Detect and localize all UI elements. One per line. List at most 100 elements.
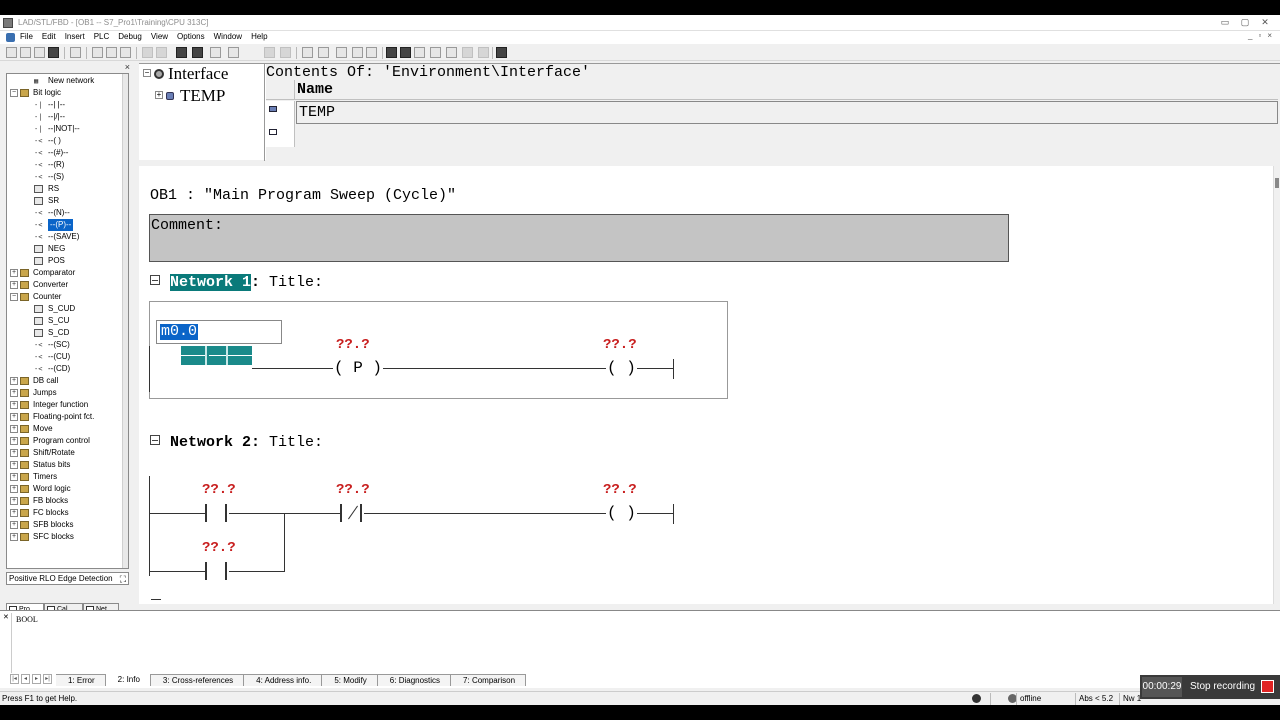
tree-item[interactable]: + Status bits (7, 459, 125, 471)
accessible-nodes-icon[interactable] (34, 47, 45, 58)
tree-item[interactable]: + Move (7, 423, 125, 435)
tab-address-info[interactable]: 4: Address info. (244, 674, 323, 686)
expander-icon[interactable]: + (10, 533, 18, 541)
tree-item[interactable]: + Integer function (7, 399, 125, 411)
tree-item[interactable]: -< --(SAVE) (7, 231, 125, 243)
table-row[interactable]: TEMP (266, 101, 1278, 147)
operand-placeholder[interactable]: ??.? (202, 482, 236, 498)
branch-icon[interactable] (446, 47, 457, 58)
menu-options[interactable]: Options (177, 32, 205, 41)
nc-contact[interactable] (340, 504, 362, 522)
tree-item[interactable]: + Comparator (7, 267, 125, 279)
ladder-editor[interactable]: OB1 : "Main Program Sweep (Cycle)" Comme… (139, 166, 1273, 604)
tree-item[interactable]: -< --( ) (7, 135, 125, 147)
network-2-header[interactable]: Network 2: Title: (170, 434, 323, 451)
tree-item[interactable]: ▦ New network (7, 75, 125, 87)
expander-icon[interactable]: + (10, 449, 18, 457)
mdi-minimize-button[interactable]: _ (1248, 31, 1252, 40)
tree-item[interactable]: − Counter (7, 291, 125, 303)
tree-item[interactable]: S_CD (7, 327, 125, 339)
tree-item[interactable]: + DB call (7, 375, 125, 387)
stop-recording-icon[interactable] (1261, 680, 1274, 693)
tree-item[interactable]: + Converter (7, 279, 125, 291)
tree-item[interactable]: + Timers (7, 471, 125, 483)
expander-icon[interactable]: + (10, 401, 18, 409)
tree-item[interactable]: -| --|/|-- (7, 111, 125, 123)
stop-recording-label[interactable]: Stop recording (1190, 675, 1255, 699)
tree-item[interactable]: -< --(S) (7, 171, 125, 183)
tree-item[interactable]: -< --(SC) (7, 339, 125, 351)
mdi-restore-button[interactable]: ▫ (1258, 31, 1261, 40)
tree-item[interactable]: -< --(#)-- (7, 147, 125, 159)
tree-item[interactable]: + Floating-point fct. (7, 411, 125, 423)
operand-edit-value[interactable]: m0.0 (160, 324, 199, 340)
tree-item[interactable]: + Shift/Rotate (7, 447, 125, 459)
paste-icon[interactable] (120, 47, 131, 58)
block-comment[interactable]: Comment: (149, 214, 1009, 262)
tree-item[interactable]: -< --(CD) (7, 363, 125, 375)
nc-contact-icon[interactable] (400, 47, 411, 58)
tree-item[interactable]: + SFB blocks (7, 519, 125, 531)
tree-item[interactable]: -| --|NOT|-- (7, 123, 125, 135)
menu-file[interactable]: File (20, 32, 33, 41)
details-icon[interactable] (318, 47, 329, 58)
expander-icon[interactable]: + (10, 473, 18, 481)
expander[interactable]: − (143, 69, 151, 77)
tree-item[interactable]: SR (7, 195, 125, 207)
tab-error[interactable]: 1: Error (56, 674, 106, 686)
tab-cross-references[interactable]: 3: Cross-references (150, 674, 245, 686)
help-icon[interactable] (496, 47, 507, 58)
next-network-icon[interactable] (280, 47, 291, 58)
operand-placeholder[interactable]: ??.? (202, 540, 236, 556)
program-elements-tree[interactable]: ▦ New network − Bit logic -| --| |-- -| --|/|--… (6, 73, 129, 569)
expander-icon[interactable]: − (10, 293, 18, 301)
expander-icon[interactable]: + (10, 281, 18, 289)
scroll-thumb[interactable] (1275, 178, 1279, 188)
tree-item[interactable]: -< --(R) (7, 159, 125, 171)
load-icon[interactable] (176, 47, 187, 58)
document-icon[interactable] (6, 33, 15, 42)
window-icon[interactable] (210, 47, 221, 58)
tree-item[interactable]: -< --(N)-- (7, 207, 125, 219)
tab-modify[interactable]: 5: Modify (322, 674, 378, 686)
name-cell[interactable]: TEMP (296, 101, 1278, 124)
network-1-header[interactable]: Network 1: Title: (170, 274, 323, 291)
monitor-icon[interactable] (192, 47, 203, 58)
operand-placeholder[interactable]: ??.? (336, 482, 370, 498)
tab-info[interactable]: 2: Info (105, 674, 151, 686)
maximize-button[interactable]: ▢ (1238, 17, 1252, 28)
tree-item[interactable]: S_CU (7, 315, 125, 327)
expander-icon[interactable]: + (10, 497, 18, 505)
first-tab-icon[interactable]: |◂ (10, 674, 19, 684)
overview-icon[interactable] (302, 47, 313, 58)
redo-icon[interactable] (156, 47, 167, 58)
next-tab-icon[interactable]: ▸ (32, 674, 41, 684)
copy-icon[interactable] (106, 47, 117, 58)
stop-icon[interactable] (228, 47, 239, 58)
editor-scrollbar[interactable] (1273, 166, 1280, 604)
menu-debug[interactable]: Debug (118, 32, 142, 41)
close-button[interactable]: ✕ (1258, 17, 1272, 28)
no-contact-icon[interactable] (386, 47, 397, 58)
expander[interactable]: + (155, 91, 163, 99)
open-branch-icon[interactable] (352, 47, 363, 58)
panel-close-icon[interactable]: × (125, 62, 130, 72)
expander-icon[interactable]: + (10, 461, 18, 469)
expander-icon[interactable]: + (10, 485, 18, 493)
previous-network-icon[interactable] (264, 47, 275, 58)
tab-comparison[interactable]: 7: Comparison (451, 674, 527, 686)
tree-item[interactable]: + FB blocks (7, 495, 125, 507)
expander-icon[interactable]: − (10, 89, 18, 97)
tab-diagnostics[interactable]: 6: Diagnostics (377, 674, 452, 686)
operand-edit-field[interactable]: m0.0 (156, 320, 282, 344)
expander-icon[interactable]: + (10, 413, 18, 421)
operand-placeholder[interactable]: ??.? (336, 337, 370, 353)
expander-icon[interactable]: + (10, 377, 18, 385)
positive-edge-coil[interactable]: ( P ) (333, 359, 384, 377)
output-coil[interactable]: ( ) (606, 359, 637, 377)
tree-item[interactable]: + Jumps (7, 387, 125, 399)
column-header-name[interactable]: Name (297, 81, 333, 98)
expander-icon[interactable]: + (10, 521, 18, 529)
tree-item[interactable]: -< --(CU) (7, 351, 125, 363)
tree-item[interactable]: + Program control (7, 435, 125, 447)
